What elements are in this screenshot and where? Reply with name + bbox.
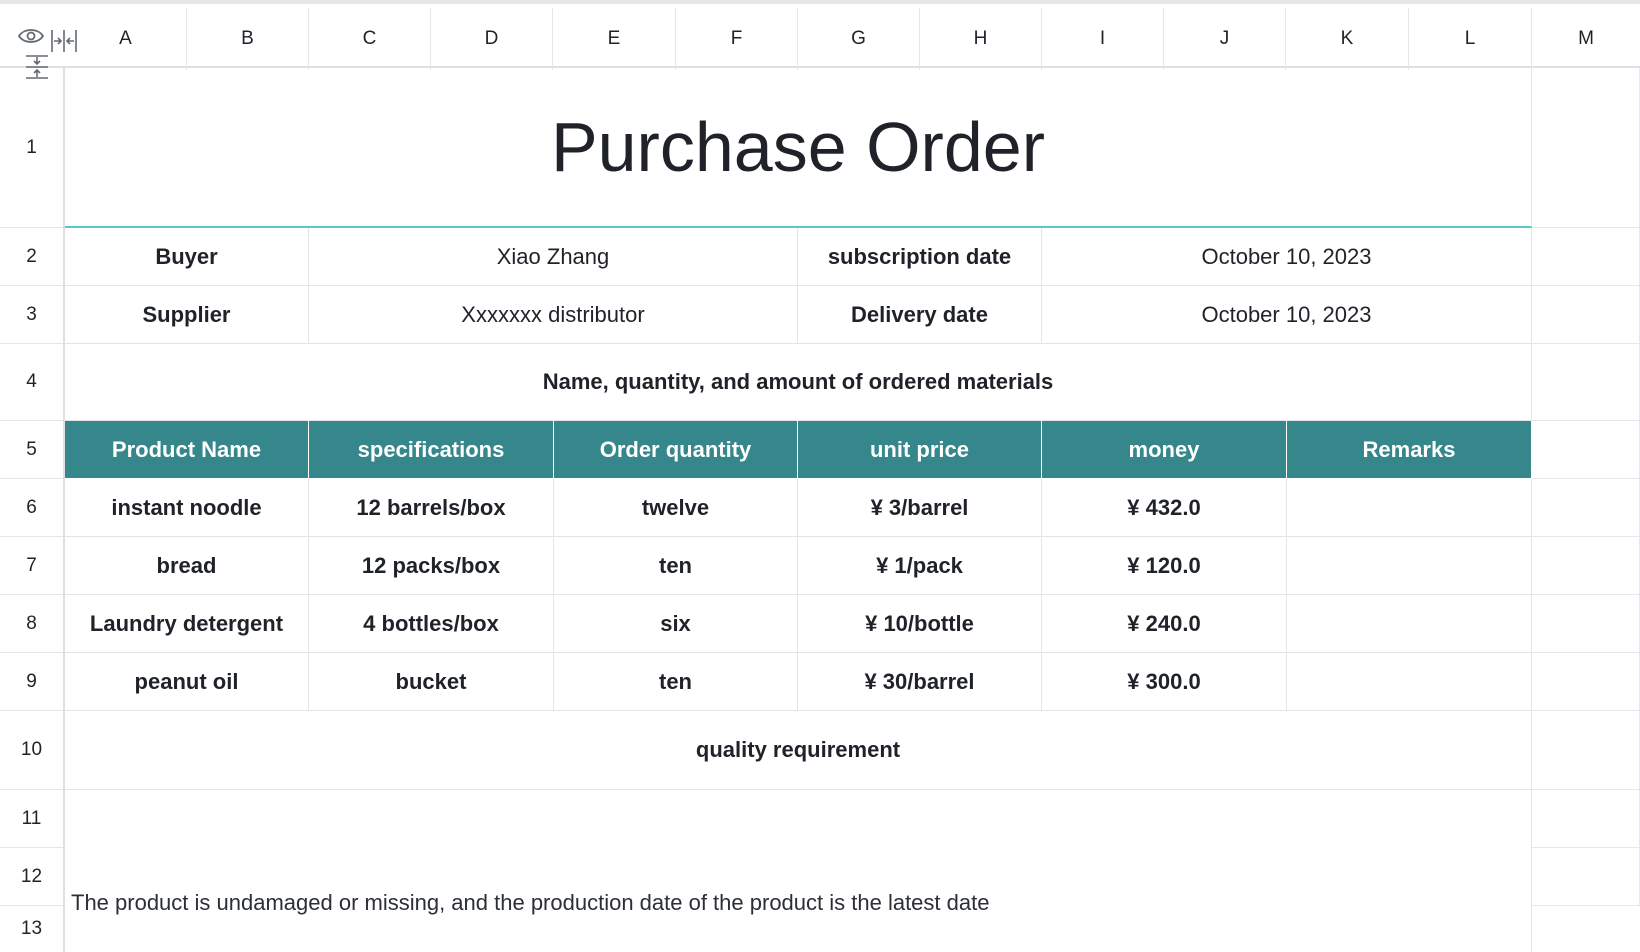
header-order-quantity[interactable]: Order quantity [554,421,798,479]
header-remarks[interactable]: Remarks [1287,421,1532,479]
table-cell[interactable]: ¥ 1/pack [798,537,1042,595]
column-header-a[interactable]: A [65,8,187,70]
table-cell[interactable]: bucket [309,653,554,711]
column-header-j[interactable]: J [1164,8,1286,70]
table-cell[interactable]: ten [554,537,798,595]
row-header-12[interactable]: 12 [0,848,63,906]
cell-m5[interactable] [1532,421,1640,479]
cell-m7[interactable] [1532,537,1640,595]
row-header-11[interactable]: 11 [0,790,63,848]
quality-note-cell[interactable] [65,790,1532,952]
column-header-b[interactable]: B [187,8,309,70]
table-cell[interactable]: ¥ 3/barrel [798,479,1042,537]
quality-note: The product is undamaged or missing, and… [71,890,990,915]
table-cell[interactable]: six [554,595,798,653]
buyer-value[interactable]: Xiao Zhang [309,228,798,286]
table-cell[interactable]: 4 bottles/box [309,595,554,653]
column-header-g[interactable]: G [798,8,920,70]
page-title[interactable]: Purchase Order [65,68,1532,228]
row-header-8[interactable]: 8 [0,595,63,653]
table-cell[interactable]: ten [554,653,798,711]
row-header-9[interactable]: 9 [0,653,63,711]
row-header-10[interactable]: 10 [0,711,63,790]
table-cell[interactable]: ¥ 300.0 [1042,653,1287,711]
supplier-label[interactable]: Supplier [65,286,309,344]
row-header-bar: 1 2 3 4 5 6 7 8 9 10 11 12 13 [0,55,65,952]
column-header-e[interactable]: E [553,8,676,70]
row-header-4[interactable]: 4 [0,344,63,421]
column-header-bar: A B C D E F G H I J K L M [0,0,1640,70]
table-cell[interactable]: twelve [554,479,798,537]
table-cell[interactable]: ¥ 120.0 [1042,537,1287,595]
column-header-c[interactable]: C [309,8,431,70]
row-header-2[interactable]: 2 [0,228,63,286]
cell-m1[interactable] [1532,68,1640,228]
delivery-date-label[interactable]: Delivery date [798,286,1042,344]
row-header-7[interactable]: 7 [0,537,63,595]
cell-m3[interactable] [1532,286,1640,344]
table-cell[interactable] [1287,653,1532,711]
column-header-d[interactable]: D [431,8,553,70]
table-cell[interactable]: 12 packs/box [309,537,554,595]
cell-m4[interactable] [1532,344,1640,421]
cell-m2[interactable] [1532,228,1640,286]
row-header-13[interactable]: 13 [0,906,63,952]
quality-section-heading[interactable]: quality requirement [65,711,1532,790]
column-header-m[interactable]: M [1532,8,1640,70]
table-cell[interactable] [1287,537,1532,595]
subscription-date-value[interactable]: October 10, 2023 [1042,228,1532,286]
table-cell[interactable]: ¥ 240.0 [1042,595,1287,653]
table-cell[interactable]: 12 barrels/box [309,479,554,537]
table-cell[interactable]: Laundry detergent [65,595,309,653]
column-header-h[interactable]: H [920,8,1042,70]
header-product-name[interactable]: Product Name [65,421,309,479]
table-cell[interactable]: ¥ 432.0 [1042,479,1287,537]
cell-m11[interactable] [1532,790,1640,848]
column-header-i[interactable]: I [1042,8,1164,70]
header-unit-price[interactable]: unit price [798,421,1042,479]
table-cell[interactable]: ¥ 30/barrel [798,653,1042,711]
column-header-f[interactable]: F [676,8,798,70]
cell-m10[interactable] [1532,711,1640,790]
header-specifications[interactable]: specifications [309,421,554,479]
delivery-date-value[interactable]: October 10, 2023 [1042,286,1532,344]
row-header-5[interactable]: 5 [0,421,63,479]
buyer-label[interactable]: Buyer [65,228,309,286]
materials-section-heading[interactable]: Name, quantity, and amount of ordered ma… [65,344,1532,421]
eye-icon[interactable] [18,26,44,46]
row-header-6[interactable]: 6 [0,479,63,537]
row-header-3[interactable]: 3 [0,286,63,344]
supplier-value[interactable]: Xxxxxxx distributor [309,286,798,344]
cell-m9[interactable] [1532,653,1640,711]
table-cell[interactable]: ¥ 10/bottle [798,595,1042,653]
column-header-k[interactable]: K [1286,8,1409,70]
cell-m6[interactable] [1532,479,1640,537]
row-header-1[interactable]: 1 [0,68,63,228]
cell-m12[interactable] [1532,848,1640,906]
cell-m8[interactable] [1532,595,1640,653]
column-header-l[interactable]: L [1409,8,1532,70]
table-cell[interactable]: peanut oil [65,653,309,711]
table-cell[interactable] [1287,479,1532,537]
table-cell[interactable]: instant noodle [65,479,309,537]
table-cell[interactable] [1287,595,1532,653]
subscription-date-label[interactable]: subscription date [798,228,1042,286]
header-money[interactable]: money [1042,421,1287,479]
table-cell[interactable]: bread [65,537,309,595]
